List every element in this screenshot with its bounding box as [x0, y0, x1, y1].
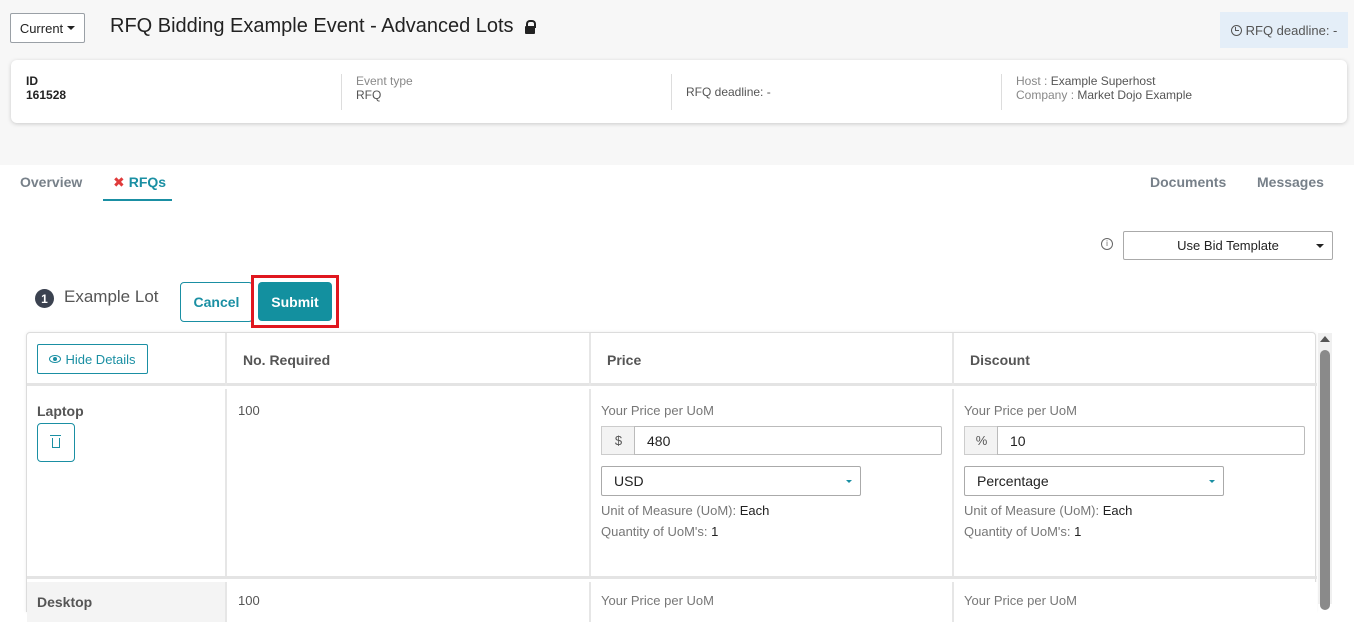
tab-messages[interactable]: Messages: [1257, 174, 1324, 190]
lock-icon: [524, 19, 536, 34]
discount-input[interactable]: [997, 426, 1305, 455]
trash-icon: [50, 434, 61, 448]
id-label: ID: [26, 74, 38, 88]
header-no-required: No. Required: [225, 333, 589, 386]
caret-down-icon: [1316, 244, 1324, 248]
discount-label: Your Price per UoM: [964, 593, 1077, 608]
version-dropdown[interactable]: Current: [10, 13, 85, 43]
scroll-up-arrow-icon[interactable]: [1320, 336, 1330, 342]
table-header: Hide Details No. Required Price Discount: [27, 333, 1317, 386]
tab-overview[interactable]: Overview: [20, 174, 82, 190]
discount-type-select[interactable]: Percentage: [964, 466, 1224, 496]
tab-rfqs-label: RFQs: [128, 174, 167, 190]
info-deadline: RFQ deadline: -: [671, 74, 771, 110]
qty-value: 1: [711, 524, 719, 539]
submit-highlight: Submit: [251, 275, 339, 328]
cancel-button[interactable]: Cancel: [180, 282, 253, 322]
table-row: Laptop 100 Your Price per UoM $ USD Unit…: [27, 389, 1317, 579]
percent-symbol: %: [964, 426, 998, 455]
event-type-value: RFQ: [356, 88, 382, 102]
event-type-label: Event type: [356, 74, 413, 88]
lot-title: Example Lot: [64, 287, 159, 306]
bid-template-value: Use Bid Template: [1177, 238, 1279, 253]
caret-down-icon: [67, 26, 76, 30]
qty-label: Quantity of UoM's:: [964, 524, 1075, 539]
qty-value: 1: [1074, 524, 1082, 539]
currency-symbol: $: [601, 426, 635, 455]
uom-label: Unit of Measure (UoM):: [964, 503, 1103, 518]
discount-cell: Your Price per UoM: [952, 582, 1317, 622]
discount-type-value: Percentage: [977, 473, 1049, 489]
header-discount: Discount: [952, 333, 1317, 386]
company-label: Company :: [1016, 88, 1078, 102]
discount-uom: Unit of Measure (UoM): Each: [964, 503, 1132, 518]
price-cell: Your Price per UoM: [589, 582, 952, 622]
hide-details-label: Hide Details: [65, 351, 136, 367]
caret-down-icon: [1209, 480, 1215, 483]
discount-qty: Quantity of UoM's: 1: [964, 524, 1081, 539]
page-title: RFQ Bidding Example Event - Advanced Lot…: [110, 15, 536, 38]
event-title: RFQ Bidding Example Event - Advanced Lot…: [110, 15, 514, 37]
active-tab-indicator: [103, 199, 172, 201]
uom-label: Unit of Measure (UoM):: [601, 503, 740, 518]
item-name: Desktop: [37, 594, 93, 610]
required-value: 100: [238, 403, 260, 418]
lot-number-badge: 1: [35, 289, 54, 308]
submit-button[interactable]: Submit: [258, 282, 332, 321]
price-label: Your Price per UoM: [601, 403, 714, 418]
required-cell: 100: [225, 582, 589, 622]
deadline-chip: RFQ deadline: -: [1220, 12, 1348, 48]
item-cell: Laptop: [27, 389, 225, 576]
company-value: Market Dojo Example: [1077, 88, 1193, 102]
price-label: Your Price per UoM: [601, 593, 714, 608]
scrollbar-thumb[interactable]: [1320, 350, 1330, 610]
deadline-text: RFQ deadline: -: [686, 85, 771, 99]
host-label: Host :: [1016, 74, 1051, 88]
qty-label: Quantity of UoM's:: [601, 524, 712, 539]
required-cell: 100: [225, 389, 589, 576]
lot-table: Hide Details No. Required Price Discount…: [26, 332, 1317, 622]
price-cell: Your Price per UoM $ USD Unit of Measure…: [589, 389, 952, 576]
id-value: 161528: [26, 88, 67, 102]
tab-bar: Overview ✖ RFQs Documents Messages: [0, 165, 1354, 201]
eye-icon: [49, 355, 62, 363]
info-id: ID 161528: [26, 74, 66, 110]
version-label: Current: [19, 20, 64, 36]
delete-item-button[interactable]: [37, 423, 75, 462]
currency-value: USD: [614, 473, 644, 489]
tab-documents[interactable]: Documents: [1150, 174, 1226, 190]
bid-template-select[interactable]: Use Bid Template: [1123, 231, 1333, 260]
info-event-type: Event type RFQ: [341, 74, 413, 110]
discount-label: Your Price per UoM: [964, 403, 1077, 418]
clock-icon: [1230, 24, 1242, 36]
uom-value: Each: [1102, 503, 1133, 518]
info-icon[interactable]: i: [1101, 238, 1113, 250]
price-qty: Quantity of UoM's: 1: [601, 524, 718, 539]
host-value: Example Superhost: [1050, 74, 1156, 88]
header-area: Current RFQ Bidding Example Event - Adva…: [0, 0, 1354, 165]
header-price: Price: [589, 333, 952, 386]
deadline-chip-text: RFQ deadline: -: [1245, 22, 1338, 38]
tab-rfqs[interactable]: ✖ RFQs: [113, 174, 166, 191]
close-icon: ✖: [113, 174, 125, 190]
price-uom: Unit of Measure (UoM): Each: [601, 503, 769, 518]
price-input[interactable]: [634, 426, 942, 455]
item-name: Laptop: [37, 403, 84, 419]
required-value: 100: [238, 593, 260, 608]
currency-select[interactable]: USD: [601, 466, 861, 496]
uom-value: Each: [739, 503, 770, 518]
discount-cell: Your Price per UoM % Percentage Unit of …: [952, 389, 1317, 576]
info-host: Host : Example Superhost Company : Marke…: [1001, 74, 1192, 110]
table-row: Desktop 100 Your Price per UoM Your Pric…: [27, 582, 1317, 622]
hide-details-button[interactable]: Hide Details: [37, 344, 148, 374]
item-cell: Desktop: [27, 582, 225, 622]
event-info-card: ID 161528 Event type RFQ RFQ deadline: -…: [11, 60, 1347, 123]
caret-down-icon: [846, 480, 852, 483]
